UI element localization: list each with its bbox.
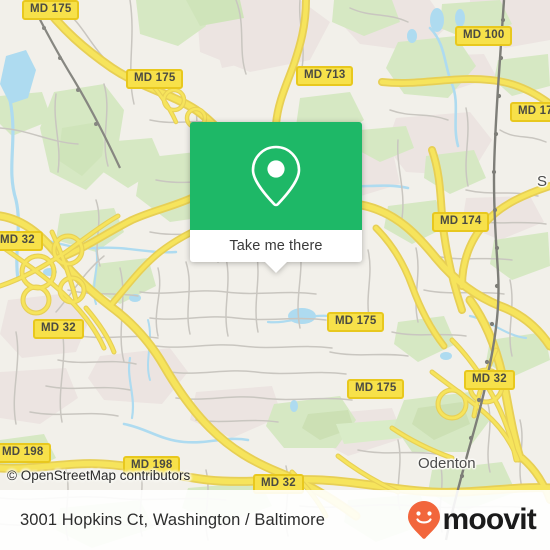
road-shield: MD 174 <box>432 212 490 232</box>
popup-tail <box>265 262 287 273</box>
road-shield: MD 32 <box>464 370 515 390</box>
map-screen: MD 175 MD 175 MD 713 MD 100 MD 174 MD 174 MD 3… <box>0 0 550 550</box>
location-popup[interactable]: Take me there <box>190 122 362 273</box>
bottom-info-bar: 3001 Hopkins Ct, Washington / Baltimore … <box>0 490 550 550</box>
road-shield: MD 198 <box>0 443 52 463</box>
address-label: 3001 Hopkins Ct, Washington / Baltimore <box>20 510 326 529</box>
road-shield: MD 100 <box>455 26 513 46</box>
road-shield: MD 175 <box>126 69 184 89</box>
place-label: S <box>537 173 548 190</box>
place-label: Odenton <box>418 455 476 472</box>
moovit-wordmark: moovit <box>442 503 536 536</box>
osm-attribution[interactable]: © OpenStreetMap contributors <box>7 468 190 483</box>
popup-action-bar[interactable]: Take me there <box>190 230 362 273</box>
road-shield: MD 32 <box>33 319 84 339</box>
road-shield: MD 175 <box>327 312 385 332</box>
moovit-logo[interactable]: moovit <box>407 500 537 540</box>
take-me-there-label: Take me there <box>229 238 323 254</box>
road-shield: MD 175 <box>347 379 405 399</box>
road-shield: MD 32 <box>0 231 43 251</box>
road-shield: MD 175 <box>22 0 80 20</box>
map-pin-icon <box>251 145 301 207</box>
popup-image-panel <box>190 122 362 230</box>
road-shield: MD 713 <box>296 66 354 86</box>
road-shield: MD 174 <box>510 102 550 122</box>
moovit-pin-icon <box>408 501 441 539</box>
